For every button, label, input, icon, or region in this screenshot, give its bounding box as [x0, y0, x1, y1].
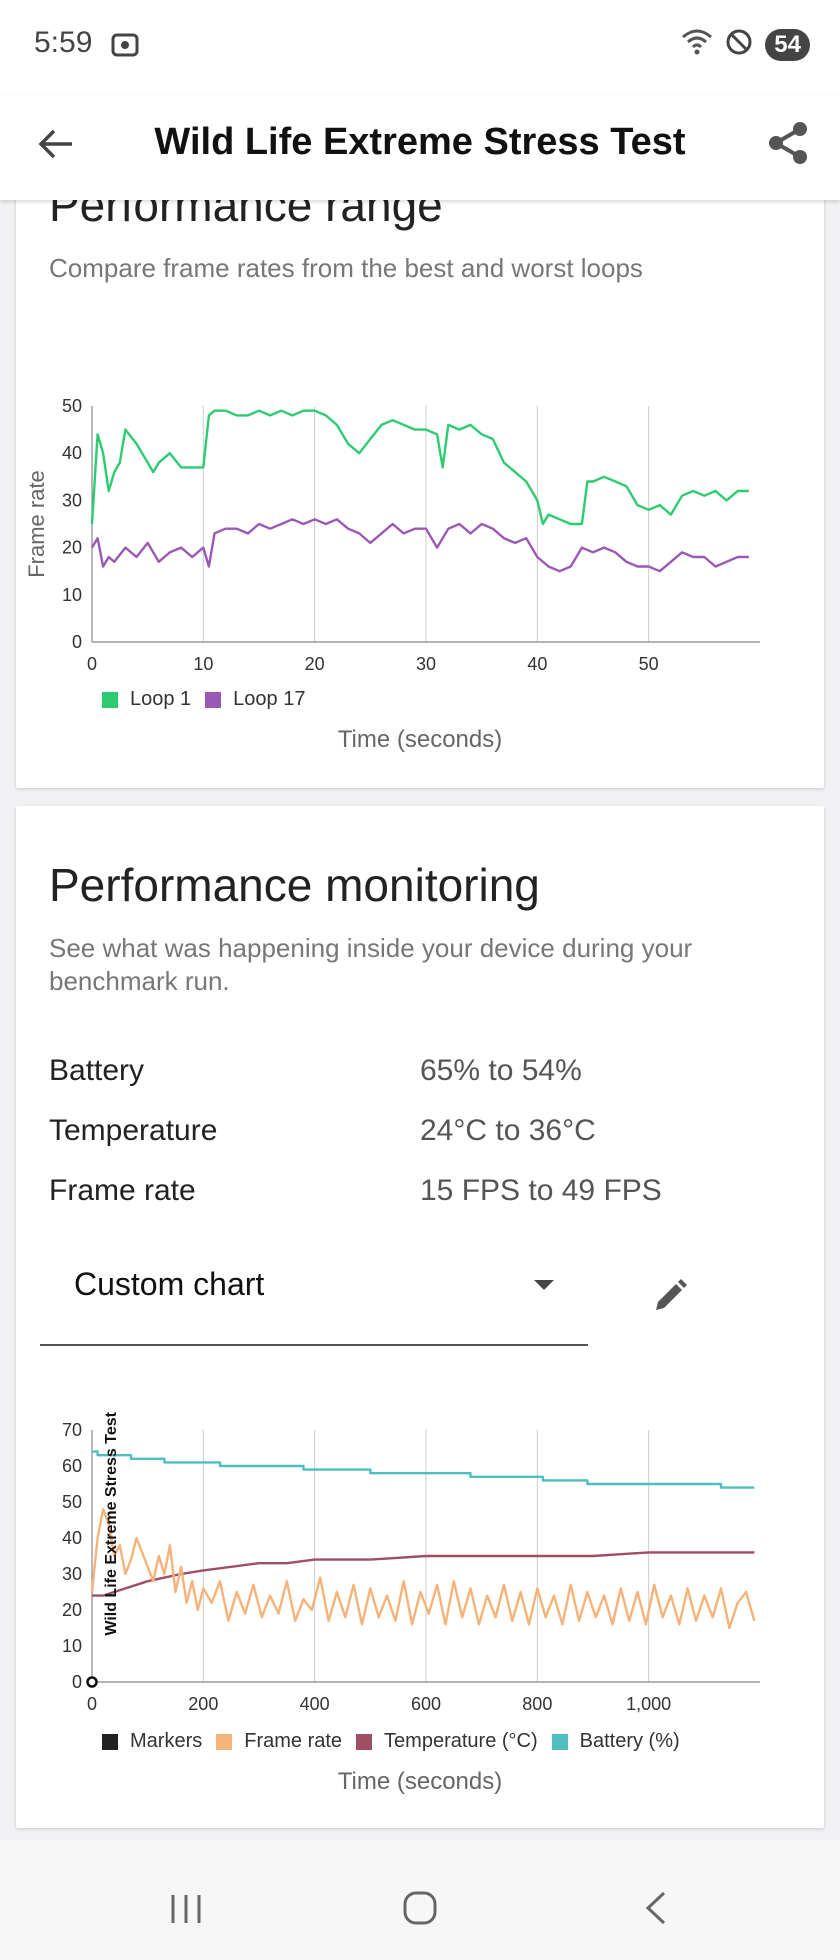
series-line-loop-1 [90, 409, 749, 526]
y-tick-label: 50 [62, 1492, 82, 1512]
legend-item-loop-1: Loop 1 [102, 688, 191, 711]
dropdown-arrow-icon [534, 1280, 554, 1290]
legend-swatch [102, 691, 118, 708]
x-tick-label: 800 [522, 1694, 552, 1714]
x-tick-label: 200 [188, 1694, 218, 1714]
battery-indicator: 54 [765, 28, 810, 61]
chart-legend: Markers Frame rate Temperature (°C) Batt… [102, 1730, 694, 1753]
y-tick-label: 20 [62, 538, 82, 558]
system-nav-bar [0, 1840, 840, 1960]
series-line-frame-rate [90, 1508, 756, 1630]
custom-chart-select[interactable]: Custom chart [40, 1242, 588, 1346]
x-tick-label: 0 [87, 1694, 97, 1714]
x-tick-label: 600 [411, 1694, 441, 1714]
x-axis-title: Time (seconds) [337, 726, 503, 753]
chevron-left-icon [645, 1891, 666, 1925]
y-axis-title: Frame rate [24, 470, 49, 578]
y-tick-label: 10 [62, 1636, 82, 1656]
series-line-battery [92, 1450, 755, 1489]
legend-label: Temperature (°C) [384, 1730, 538, 1752]
share-icon [769, 122, 807, 164]
y-tick-label: 0 [72, 632, 82, 652]
x-tick-label: 1,000 [626, 1694, 671, 1714]
home-icon [403, 1891, 437, 1925]
y-tick-label: 70 [62, 1420, 82, 1440]
wifi-icon [681, 28, 713, 61]
legend-label: Markers [130, 1730, 203, 1752]
legend-item-battery: Battery (%) [551, 1730, 680, 1753]
y-tick-label: 30 [62, 1564, 82, 1584]
pencil-icon [656, 1279, 687, 1310]
performance-range-card: Performance range Compare frame rates fr… [16, 140, 824, 788]
legend-label: Loop 17 [233, 688, 306, 710]
edit-button[interactable] [650, 1276, 690, 1321]
legend-item-loop-17: Loop 17 [205, 688, 305, 711]
legend-swatch [551, 1733, 568, 1750]
legend-label: Battery (%) [579, 1730, 680, 1752]
recents-button[interactable] [168, 1892, 204, 1931]
y-tick-label: 40 [62, 1528, 82, 1548]
legend-swatch [216, 1733, 233, 1750]
legend-swatch [205, 691, 222, 708]
x-tick-label: 30 [416, 654, 436, 674]
status-bar: 5:59 54 [0, 0, 840, 96]
y-tick-label: 50 [62, 396, 82, 416]
y-tick-label: 0 [72, 1672, 82, 1692]
x-tick-label: 50 [639, 654, 659, 674]
legend-item-markers: Markers [102, 1730, 202, 1753]
page-title: Wild Life Extreme Stress Test [154, 121, 686, 163]
legend-swatch [102, 1733, 118, 1750]
x-axis-title: Time (seconds) [337, 1768, 503, 1795]
home-button[interactable] [402, 1890, 438, 1931]
back-nav-button[interactable] [640, 1890, 670, 1931]
recents-icon [171, 1895, 201, 1923]
share-button[interactable] [766, 120, 810, 171]
marker-label: Wild Life Extreme Stress Test [103, 1411, 120, 1635]
x-tick-label: 400 [300, 1694, 330, 1714]
y-tick-label: 60 [62, 1456, 82, 1476]
legend-item-temperature: Temperature (°C) [356, 1730, 538, 1753]
series-line-loop-17 [90, 518, 749, 573]
status-time: 5:59 [34, 26, 93, 59]
x-tick-label: 20 [305, 654, 325, 674]
y-tick-label: 20 [62, 1600, 82, 1620]
legend-label: Frame rate [244, 1730, 343, 1752]
app-bar: Wild Life Extreme Stress Test [0, 96, 840, 200]
x-tick-label: 10 [193, 654, 213, 674]
do-not-disturb-icon [725, 28, 753, 61]
marker-dot [86, 1676, 98, 1688]
x-tick-label: 0 [87, 654, 97, 674]
y-tick-label: 10 [62, 585, 82, 605]
x-tick-label: 40 [527, 654, 547, 674]
chart-legend: Loop 1 Loop 17 [102, 688, 319, 711]
y-tick-label: 30 [62, 490, 82, 510]
legend-label: Loop 1 [130, 688, 192, 710]
select-label: Custom chart [74, 1266, 265, 1302]
screenshot-icon [110, 30, 140, 65]
legend-item-frame-rate: Frame rate [216, 1730, 342, 1753]
legend-swatch [356, 1733, 373, 1750]
y-tick-label: 40 [62, 443, 82, 463]
